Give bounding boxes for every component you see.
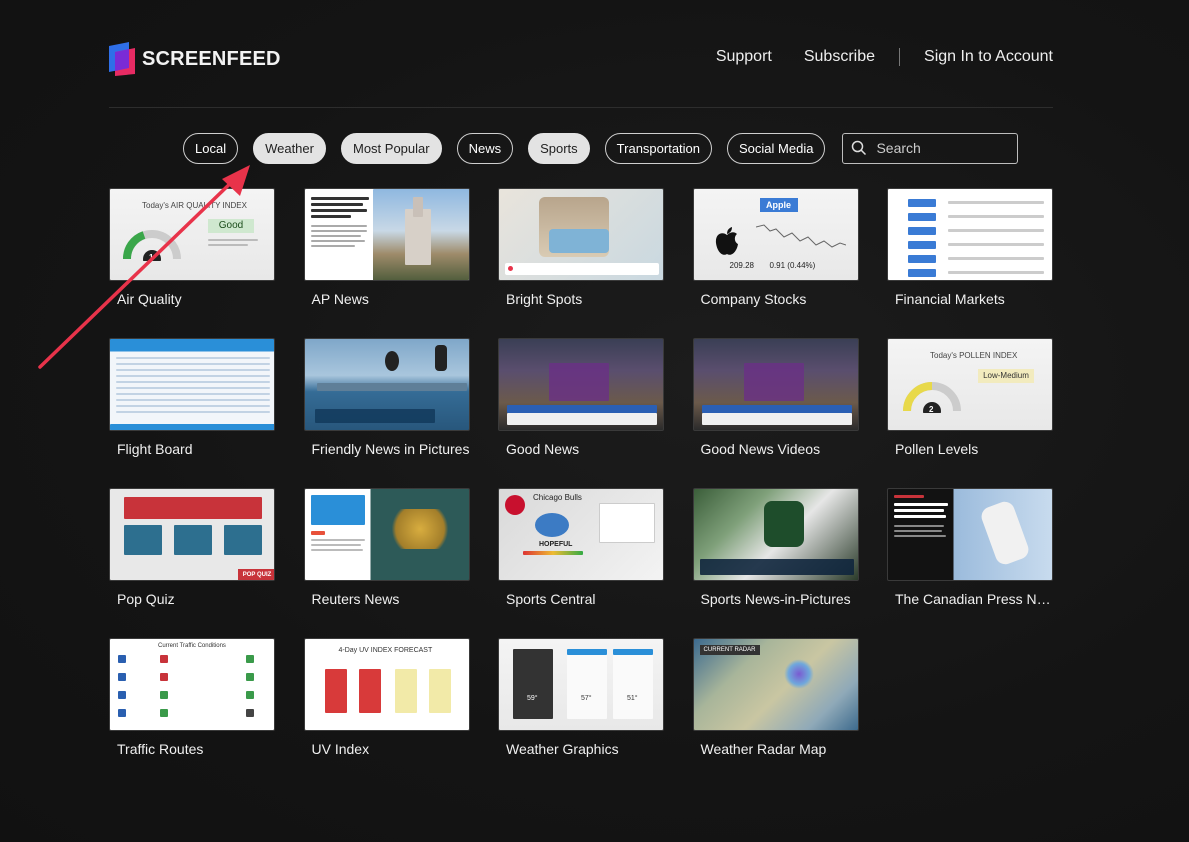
card-air-quality[interactable]: Today's AIR QUALITY INDEX 1 Good Air Qua… [109,188,275,338]
card-uv-index[interactable]: 4-Day UV INDEX FORECAST UV Index [303,638,470,788]
thumbnail[interactable] [303,488,470,581]
thumbnail[interactable]: Chicago Bulls HOPEFUL [498,488,664,581]
card-title[interactable]: Company Stocks [693,291,859,307]
thumb-team: Chicago Bulls [533,493,582,502]
brand-name: SCREENFEED [142,47,281,70]
thumbnail[interactable] [498,338,664,431]
card-traffic-routes[interactable]: Current Traffic Conditions Traffic Route… [109,638,275,788]
card-friendly-news[interactable]: Friendly News in Pictures [303,338,470,488]
card-title[interactable]: Flight Board [109,441,275,457]
filter-transportation[interactable]: Transportation [604,132,713,164]
thumbnail[interactable]: Current Traffic Conditions [109,638,275,731]
card-weather-radar[interactable]: CURRENT RADAR Weather Radar Map [692,638,859,788]
card-canadian-press[interactable]: The Canadian Press News [887,488,1053,638]
card-good-news[interactable]: Good News [498,338,664,488]
card-sports-news-pictures[interactable]: Sports News-in-Pictures [692,488,859,638]
thumbnail[interactable]: POP QUIZ [109,488,275,581]
stock-line [755,224,846,248]
thumbnail[interactable] [303,188,470,281]
card-title[interactable]: Friendly News in Pictures [304,441,470,457]
card-ap-news[interactable]: AP News [303,188,470,338]
thumbnail[interactable]: 4-Day UV INDEX FORECAST [303,638,470,731]
search-input[interactable] [876,140,1007,156]
search-box[interactable] [842,132,1019,164]
card-reuters-news[interactable]: Reuters News [303,488,470,638]
thumb-stock-name: Apple [759,198,798,212]
card-title[interactable]: Traffic Routes [109,741,275,757]
thumb-heading: Today's AIR QUALITY INDEX [142,201,247,210]
thumb-temp: 51° [627,695,638,702]
support-link[interactable]: Support [716,48,772,66]
card-weather-graphics[interactable]: 59° 57° 51° Weather Graphics [498,638,664,788]
nav-divider [899,48,901,66]
thumb-price: 209.28 [729,261,754,270]
filter-weather[interactable]: Weather [253,132,326,164]
card-title[interactable]: Sports News-in-Pictures [693,591,859,607]
filter-social-media[interactable]: Social Media [727,132,826,164]
filter-most-popular[interactable]: Most Popular [340,132,442,164]
thumb-heading: Current Traffic Conditions [158,643,226,649]
thumb-mood: HOPEFUL [539,541,573,548]
filter-local[interactable]: Local [183,132,239,164]
thumbnail[interactable] [692,338,859,431]
thumbnail[interactable] [692,488,859,581]
card-title[interactable]: The Canadian Press News [887,591,1053,607]
thumbnail[interactable] [887,188,1053,281]
card-sports-central[interactable]: Chicago Bulls HOPEFUL Sports Central [498,488,664,638]
card-company-stocks[interactable]: Apple 209.28 0.91 (0.44%) Company Stocks [692,188,859,338]
card-good-news-videos[interactable]: Good News Videos [692,338,859,488]
thumb-label: CURRENT RADAR [699,645,760,655]
logo[interactable]: SCREENFEED [109,42,281,76]
thumbnail[interactable]: Today's POLLEN INDEX 2 Low-Medium [887,338,1053,431]
card-title[interactable]: Sports Central [498,591,664,607]
filter-news[interactable]: News [456,132,514,164]
thumbnail[interactable] [498,188,664,281]
sign-in-link[interactable]: Sign In to Account [924,48,1053,66]
card-title[interactable]: Weather Radar Map [693,741,859,757]
card-pop-quiz[interactable]: POP QUIZ Pop Quiz [109,488,275,638]
thumb-value: Good [208,219,254,233]
filter-sports[interactable]: Sports [528,132,590,164]
card-title[interactable]: Bright Spots [498,291,664,307]
thumb-value: Low-Medium [978,369,1034,383]
card-title[interactable]: Financial Markets [887,291,1053,307]
thumb-temp: 57° [581,695,592,702]
card-flight-board[interactable]: Flight Board [109,338,275,488]
thumb-heading: Today's POLLEN INDEX [930,351,1018,360]
thumb-temp: 59° [527,695,538,702]
thumbnail[interactable]: CURRENT RADAR [692,638,859,731]
channel-grid: Today's AIR QUALITY INDEX 1 Good Air Qua… [109,188,1053,788]
thumb-change: 0.91 (0.44%) [769,261,816,270]
card-bright-spots[interactable]: Bright Spots [498,188,664,338]
card-title[interactable]: Air Quality [109,291,275,307]
screenfeed-logo-icon [109,42,135,76]
thumb-level: 1 [149,253,154,262]
card-title[interactable]: Pop Quiz [109,591,275,607]
card-financial-markets[interactable]: Financial Markets [887,188,1053,338]
thumb-tag: POP QUIZ [238,569,274,580]
card-title[interactable]: Good News [498,441,664,457]
card-title[interactable]: AP News [304,291,470,307]
card-title[interactable]: Reuters News [304,591,470,607]
header-divider [109,107,1053,108]
card-pollen-levels[interactable]: Today's POLLEN INDEX 2 Low-Medium Pollen… [887,338,1053,488]
thumbnail[interactable] [109,338,275,431]
thumb-heading: 4-Day UV INDEX FORECAST [338,647,433,654]
card-title[interactable]: Weather Graphics [498,741,664,757]
apple-icon [715,227,738,255]
thumbnail[interactable]: Today's AIR QUALITY INDEX 1 Good [109,188,275,281]
site-header: SCREENFEED Support Subscribe Sign In to … [109,40,1053,80]
card-title[interactable]: Good News Videos [693,441,859,457]
search-icon [852,140,867,156]
card-title[interactable]: UV Index [304,741,470,757]
card-title[interactable]: Pollen Levels [887,441,1053,457]
subscribe-link[interactable]: Subscribe [804,48,875,66]
thumbnail[interactable]: 59° 57° 51° [498,638,664,731]
thumbnail[interactable] [887,488,1053,581]
thumb-level: 2 [929,405,934,414]
top-nav: Support Subscribe Sign In to Account [684,48,1053,66]
thumbnail[interactable]: Apple 209.28 0.91 (0.44%) [692,188,859,281]
thumbnail[interactable] [303,338,470,431]
category-filters: Local Weather Most Popular News Sports T… [183,132,1019,164]
